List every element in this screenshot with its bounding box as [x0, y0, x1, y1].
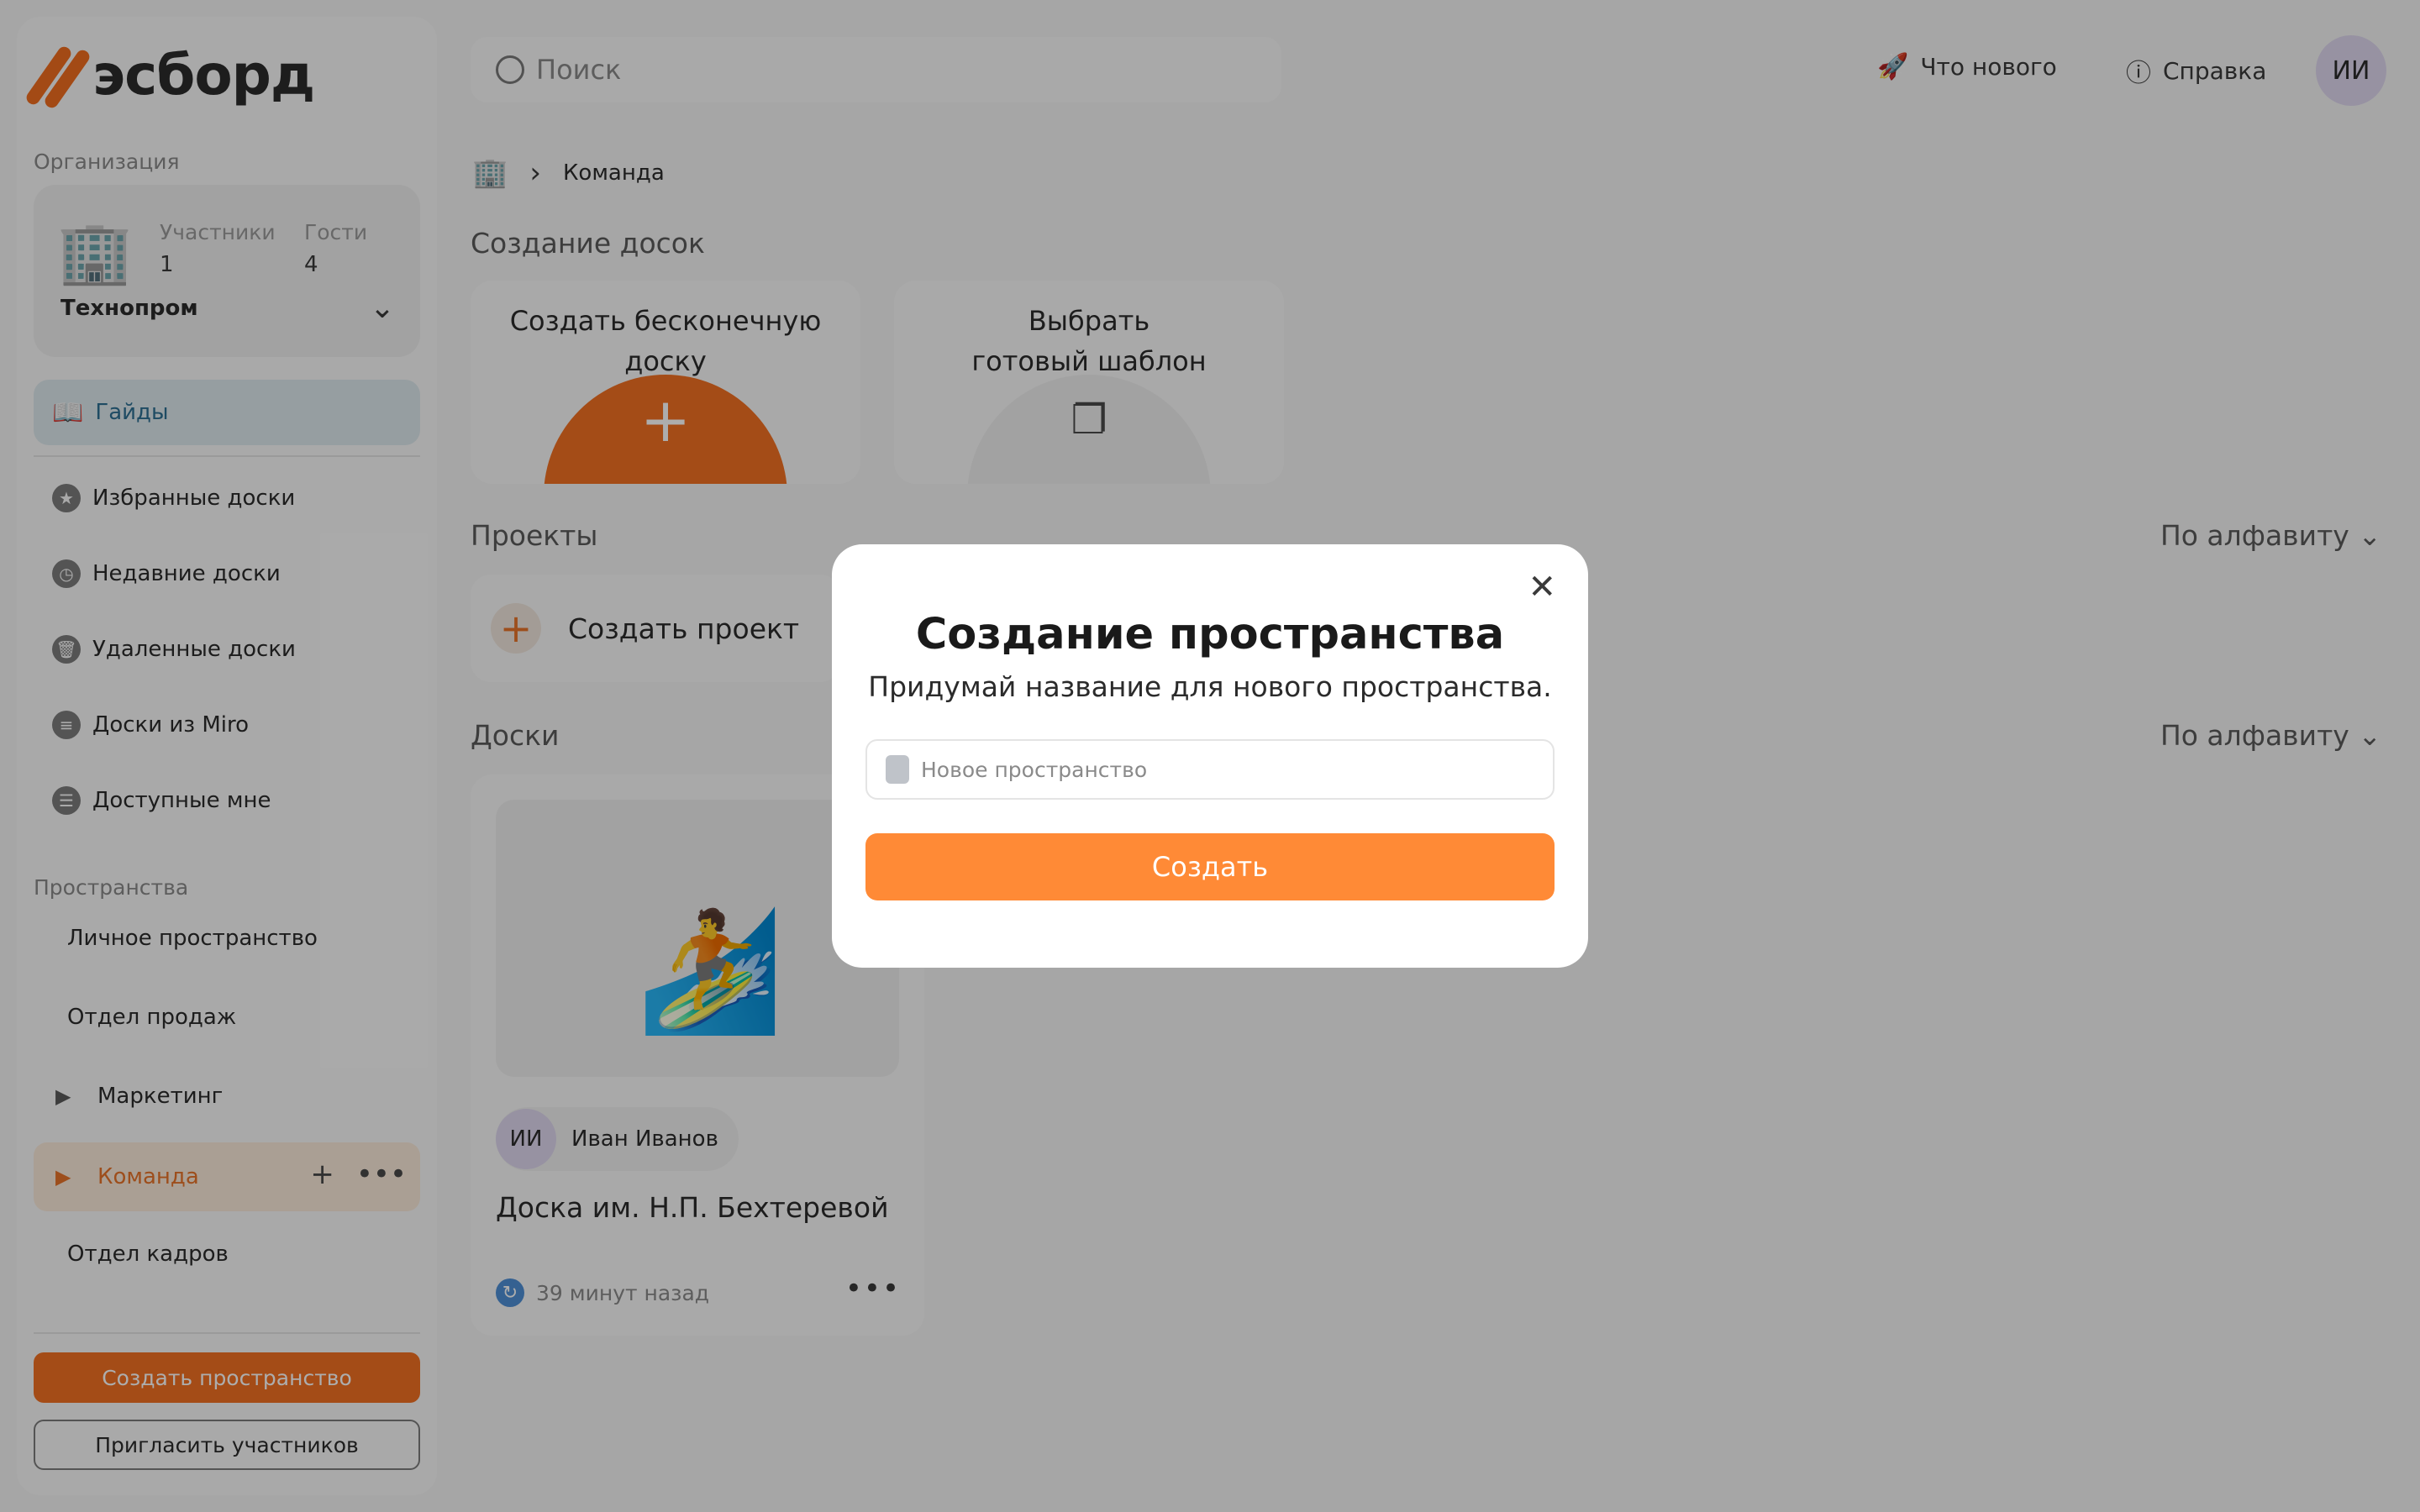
close-icon[interactable]: ✕: [1528, 568, 1556, 606]
create-space-modal: ✕ Создание пространства Придумай названи…: [832, 544, 1588, 968]
create-button[interactable]: Создать: [865, 833, 1555, 900]
space-name-field[interactable]: [865, 739, 1555, 800]
clipboard-icon: [886, 755, 909, 784]
space-name-input[interactable]: [921, 757, 1543, 782]
modal-subtitle: Придумай название для нового пространств…: [868, 670, 1552, 703]
modal-title: Создание пространства: [915, 610, 1505, 659]
